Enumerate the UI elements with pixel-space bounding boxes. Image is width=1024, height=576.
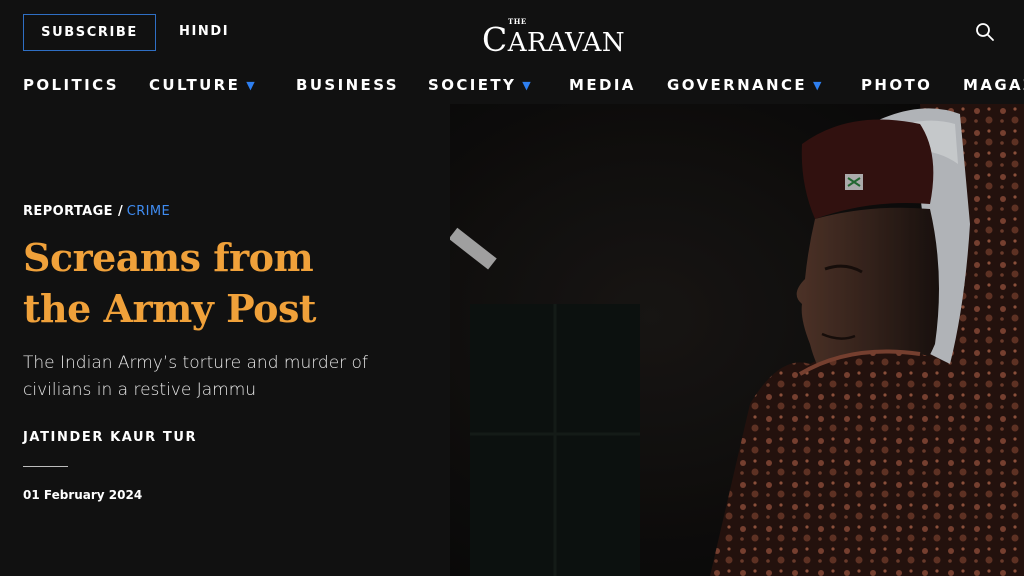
article-headline[interactable]: Screams from the Army Post xyxy=(23,232,423,334)
article-author[interactable]: JATINDER KAUR TUR xyxy=(23,430,197,445)
search-icon[interactable] xyxy=(975,22,995,42)
site-logo[interactable]: THE CARAVAN xyxy=(482,16,632,59)
nav-item-politics[interactable]: POLITICS xyxy=(23,76,119,94)
nav-item-media[interactable]: MEDIA xyxy=(569,76,636,94)
nav-item-governance[interactable]: GOVERNANCE ▼ xyxy=(667,76,822,94)
nav-item-society[interactable]: SOCIETY ▼ xyxy=(428,76,531,94)
nav-item-culture[interactable]: CULTURE ▼ xyxy=(149,76,255,94)
section-link[interactable]: REPORTAGE xyxy=(23,204,113,219)
chevron-down-icon: ▼ xyxy=(813,79,822,92)
logo-wordmark: CARAVAN xyxy=(482,20,626,59)
chevron-down-icon: ▼ xyxy=(246,79,255,92)
nav-item-business[interactable]: BUSINESS xyxy=(296,76,399,94)
hindi-language-link[interactable]: HINDI xyxy=(179,24,229,39)
chevron-down-icon: ▼ xyxy=(522,79,531,92)
article-date: 01 February 2024 xyxy=(23,488,143,502)
article-teaser: REPORTAGE / CRIME Screams from the Army Pos… xyxy=(0,104,450,576)
subscribe-button[interactable]: SUBSCRIBE xyxy=(23,14,156,51)
article-category: REPORTAGE / CRIME xyxy=(23,204,170,219)
nav-item-magazine[interactable]: MAGAZ xyxy=(963,76,1024,94)
nav-item-photo[interactable]: PHOTO xyxy=(861,76,932,94)
byline-divider xyxy=(23,466,68,467)
subsection-link[interactable]: CRIME xyxy=(127,204,170,219)
site-header: SUBSCRIBE HINDI THE CARAVAN xyxy=(0,0,1024,62)
category-separator: / xyxy=(117,204,123,219)
main-navigation: POLITICS CULTURE ▼ BUSINESS SOCIETY ▼ MEDI… xyxy=(0,68,1024,104)
hero-image[interactable] xyxy=(450,104,1024,576)
article-dek: The Indian Army’s torture and murder of c… xyxy=(23,353,368,400)
